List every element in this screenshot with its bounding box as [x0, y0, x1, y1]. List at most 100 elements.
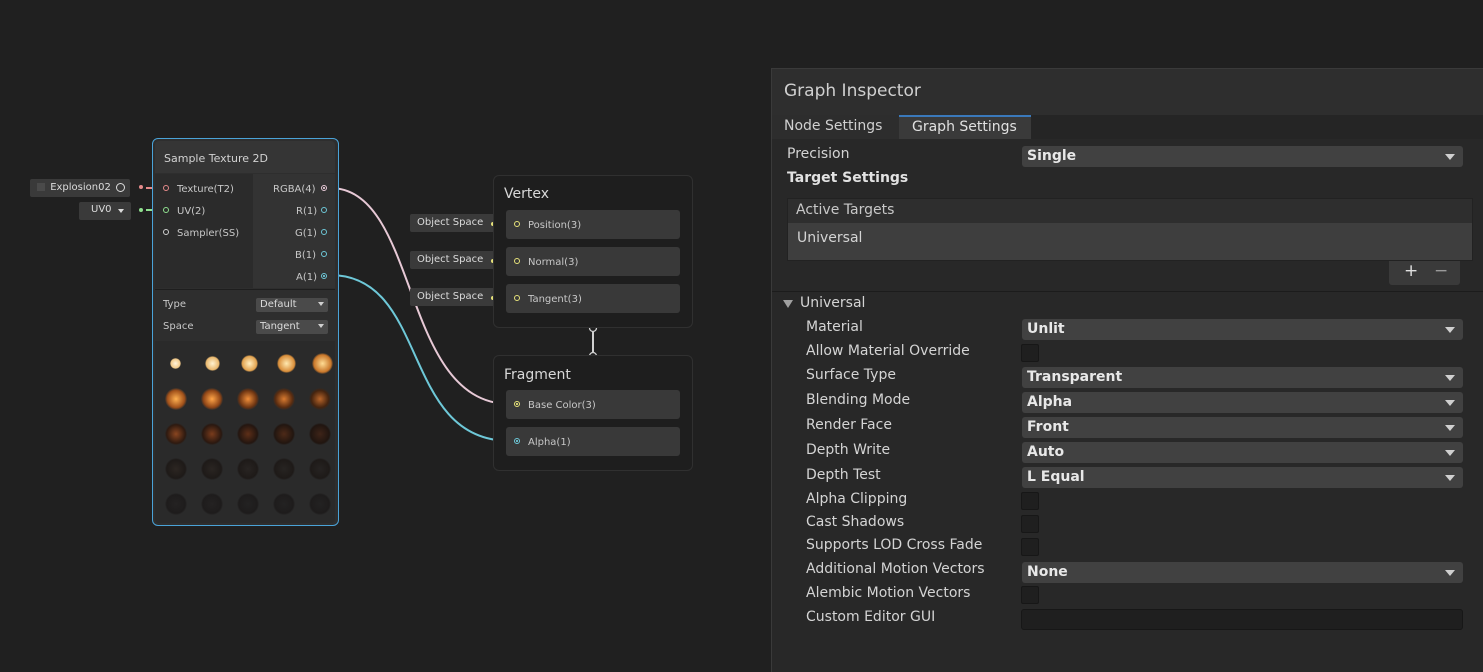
- supports-lod-cross-fade-checkbox[interactable]: [1021, 538, 1039, 556]
- depth-write-label: Depth Write: [806, 442, 891, 458]
- uv-channel-select[interactable]: UV0: [79, 202, 131, 220]
- explosion-frame: [273, 423, 295, 445]
- texture-input-label: Texture(T2): [177, 184, 234, 195]
- alpha-clipping-checkbox[interactable]: [1021, 492, 1039, 510]
- precision-dropdown[interactable]: Single: [1022, 146, 1463, 167]
- normal-space-value: Object Space: [417, 254, 484, 265]
- normal-space-chip[interactable]: Object Space: [410, 251, 501, 269]
- chevron-down-icon: [1445, 375, 1455, 381]
- alpha-port[interactable]: [514, 438, 520, 444]
- active-targets-list: Active Targets Universal: [787, 198, 1473, 261]
- additional-motion-vectors-label: Additional Motion Vectors: [806, 561, 985, 577]
- base-color-port[interactable]: [514, 401, 520, 407]
- tab-graph-settings-label: Graph Settings: [912, 119, 1017, 135]
- vertex-context-block[interactable]: Vertex Position(3) Normal(3) Tangent(3): [493, 175, 693, 328]
- explosion-frame: [201, 423, 223, 445]
- rgba-output-port[interactable]: [321, 185, 327, 191]
- position-space-value: Object Space: [417, 217, 484, 228]
- uv-output-port[interactable]: [139, 208, 143, 212]
- chevron-down-icon: [1445, 400, 1455, 406]
- supports-lod-cross-fade-label: Supports LOD Cross Fade: [806, 537, 983, 553]
- alpha-block[interactable]: Alpha(1): [506, 427, 680, 456]
- b-output-port[interactable]: [321, 251, 327, 257]
- explosion-frame: [237, 458, 259, 480]
- target-list-item[interactable]: Universal: [788, 223, 1472, 260]
- texture-preview: [155, 341, 335, 523]
- depth-test-label: Depth Test: [806, 467, 881, 483]
- sample-texture-2d-node[interactable]: Sample Texture 2D Texture(T2) UV(2) Samp…: [152, 138, 339, 526]
- explosion-frame: [205, 356, 220, 371]
- texture-input-port[interactable]: [163, 185, 169, 191]
- cast-shadows-label: Cast Shadows: [806, 514, 905, 530]
- object-picker-icon[interactable]: [116, 182, 126, 192]
- chevron-down-icon: [1445, 154, 1455, 160]
- universal-foldout[interactable]: Universal: [776, 293, 1476, 315]
- inspector-title: Graph Inspector: [784, 81, 921, 101]
- position-space-chip[interactable]: Object Space: [410, 214, 501, 232]
- tangent-block[interactable]: Tangent(3): [506, 284, 680, 313]
- chevron-down-icon: [318, 302, 324, 306]
- cast-shadows-checkbox[interactable]: [1021, 515, 1039, 533]
- normal-block[interactable]: Normal(3): [506, 247, 680, 276]
- normal-port[interactable]: [514, 258, 520, 264]
- custom-editor-gui-label: Custom Editor GUI: [806, 609, 936, 625]
- blending-mode-dropdown[interactable]: Alpha: [1022, 392, 1463, 413]
- chevron-down-icon: [1445, 327, 1455, 333]
- uv-channel-value: UV0: [91, 204, 112, 215]
- explosion-frame: [273, 458, 295, 480]
- type-select[interactable]: Default: [256, 298, 328, 312]
- minus-icon[interactable]: −: [1434, 261, 1448, 281]
- a-output-port[interactable]: [321, 273, 327, 279]
- sampler-input-port[interactable]: [163, 229, 169, 235]
- fragment-context-block[interactable]: Fragment Base Color(3) Alpha(1): [493, 355, 693, 471]
- material-dropdown[interactable]: Unlit: [1022, 319, 1463, 340]
- explosion-frame: [241, 355, 258, 372]
- explosion-frame: [237, 493, 259, 515]
- chevron-down-icon: [1445, 425, 1455, 431]
- texture-property-chip[interactable]: Explosion02: [30, 179, 130, 197]
- property-output-port[interactable]: [139, 185, 143, 189]
- space-label: Space: [163, 321, 194, 332]
- custom-editor-gui-input[interactable]: [1021, 609, 1463, 630]
- foldout-triangle-icon: [783, 300, 793, 308]
- shader-graph-canvas[interactable]: Explosion02 UV0 Sample Texture 2D Textur…: [0, 0, 771, 672]
- texture-property-name: Explosion02: [50, 182, 111, 193]
- inspector-header[interactable]: Graph Inspector: [772, 69, 1483, 115]
- g-output-port[interactable]: [321, 229, 327, 235]
- node-header[interactable]: Sample Texture 2D: [155, 141, 335, 173]
- allow-material-override-checkbox[interactable]: [1021, 344, 1039, 362]
- r-output-port[interactable]: [321, 207, 327, 213]
- base-color-label: Base Color(3): [528, 400, 596, 411]
- base-color-block[interactable]: Base Color(3): [506, 390, 680, 419]
- node-divider: [155, 289, 335, 290]
- r-output-label: R(1): [296, 206, 318, 217]
- uv-input-port[interactable]: [163, 207, 169, 213]
- explosion-frame: [277, 354, 296, 373]
- position-port[interactable]: [514, 221, 520, 227]
- target-settings-heading: Target Settings: [787, 170, 909, 186]
- explosion-frame: [165, 493, 187, 515]
- explosion-frame: [309, 388, 331, 410]
- plus-icon[interactable]: +: [1404, 261, 1418, 281]
- explosion-frame: [165, 458, 187, 480]
- depth-write-dropdown[interactable]: Auto: [1022, 442, 1463, 463]
- depth-test-dropdown[interactable]: L Equal: [1022, 467, 1463, 488]
- tab-graph-settings[interactable]: Graph Settings: [899, 115, 1031, 139]
- render-face-dropdown[interactable]: Front: [1022, 417, 1463, 438]
- additional-motion-vectors-dropdown[interactable]: None: [1022, 562, 1463, 583]
- chevron-down-icon: [118, 209, 124, 213]
- space-select[interactable]: Tangent: [256, 320, 328, 334]
- tangent-port[interactable]: [514, 295, 520, 301]
- list-footer-buttons: + −: [1389, 261, 1460, 285]
- depth-test-value: L Equal: [1027, 469, 1085, 485]
- surface-type-dropdown[interactable]: Transparent: [1022, 367, 1463, 388]
- explosion-frame: [309, 423, 331, 445]
- tab-node-settings[interactable]: Node Settings: [772, 115, 899, 139]
- tangent-space-chip[interactable]: Object Space: [410, 288, 501, 306]
- a-output-label: A(1): [296, 272, 318, 283]
- position-block[interactable]: Position(3): [506, 210, 680, 239]
- type-value: Default: [260, 299, 297, 310]
- chevron-down-icon: [1445, 475, 1455, 481]
- blending-mode-label: Blending Mode: [806, 392, 911, 408]
- alembic-motion-vectors-checkbox[interactable]: [1021, 586, 1039, 604]
